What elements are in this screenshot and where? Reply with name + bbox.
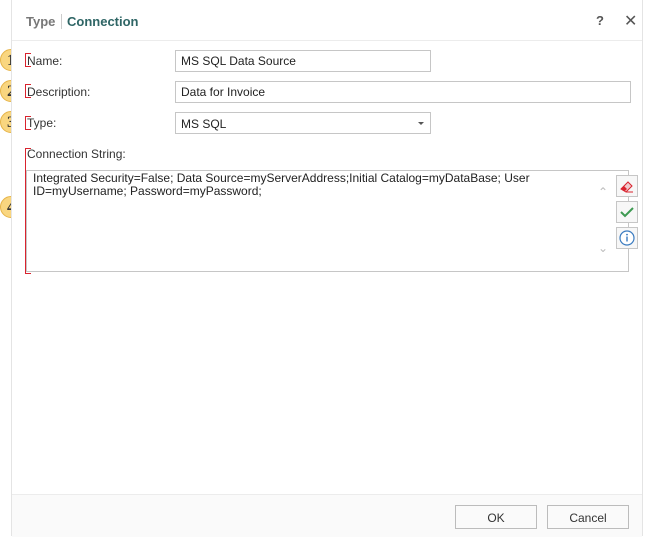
help-button[interactable]: ?: [596, 13, 604, 28]
info-button[interactable]: [616, 227, 638, 249]
type-select-value: MS SQL: [181, 117, 227, 131]
connection-string-label: Connection String:: [27, 147, 126, 161]
info-icon: [619, 230, 635, 246]
chevron-down-icon: [418, 122, 424, 125]
dialog-header: Type Connection ? ✕: [12, 0, 642, 41]
connection-dialog: Type Connection ? ✕ Name: Description: T…: [11, 0, 643, 537]
scroll-up-icon[interactable]: ⌃: [598, 185, 608, 199]
ok-button[interactable]: OK: [455, 505, 537, 529]
name-label: Name:: [27, 54, 63, 68]
dialog-footer: OK Cancel: [12, 494, 642, 537]
title-divider: [61, 14, 62, 29]
check-icon: [620, 207, 634, 218]
test-connection-button[interactable]: [616, 201, 638, 223]
connection-string-input[interactable]: Integrated Security=False; Data Source=m…: [27, 171, 597, 271]
type-select[interactable]: MS SQL: [175, 112, 431, 134]
description-label: Description:: [27, 85, 91, 99]
scroll-down-icon[interactable]: ⌄: [598, 241, 608, 255]
description-field[interactable]: [175, 81, 631, 103]
eraser-icon: [620, 181, 633, 193]
name-field[interactable]: [175, 50, 431, 72]
close-button[interactable]: ✕: [624, 11, 637, 31]
tab-type[interactable]: Type: [26, 14, 55, 29]
cancel-button[interactable]: Cancel: [547, 505, 629, 529]
type-label: Type:: [27, 116, 57, 130]
connection-string-box: Integrated Security=False; Data Source=m…: [26, 170, 638, 272]
tab-connection[interactable]: Connection: [67, 14, 139, 29]
clear-button[interactable]: [616, 175, 638, 197]
